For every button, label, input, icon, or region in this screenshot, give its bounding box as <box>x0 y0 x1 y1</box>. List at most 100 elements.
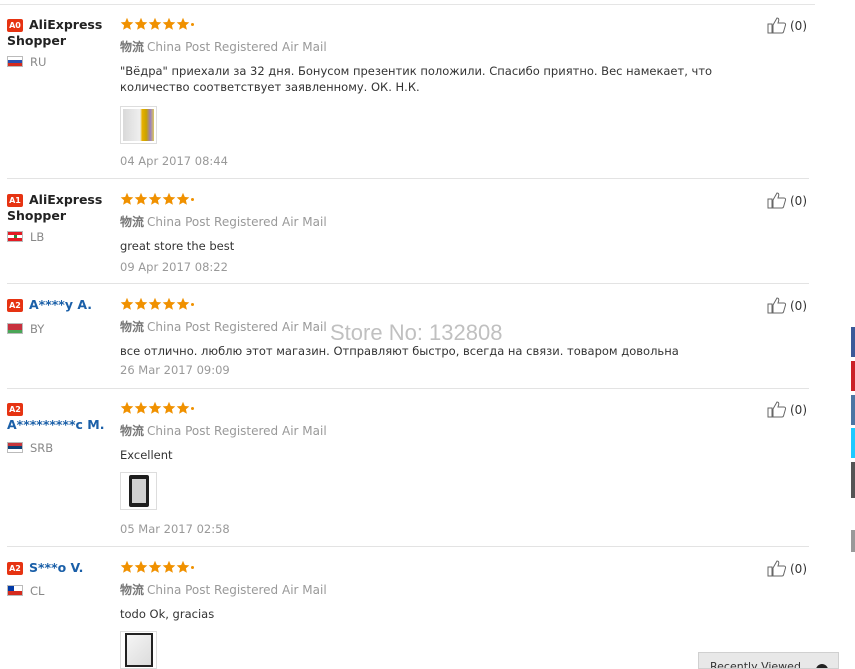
star-icon <box>134 401 148 414</box>
thumbs-up-icon <box>767 192 787 209</box>
thumbs-up-icon <box>767 17 787 34</box>
feedback-photo-thumbnail[interactable] <box>120 472 157 510</box>
helpful-count: (0) <box>790 18 807 33</box>
feedback-item: A2 S***o V. CL 物流 China Post Registered Ai… <box>7 560 809 669</box>
chevron-up-icon[interactable] <box>816 664 828 668</box>
star-icon <box>148 192 162 205</box>
star-icon <box>148 560 162 573</box>
star-icon <box>120 297 134 310</box>
buyer-country: CL <box>7 584 119 598</box>
star-rating <box>120 297 760 311</box>
star-rating <box>120 560 760 574</box>
feedback-photo-thumbnail[interactable] <box>120 631 157 669</box>
star-icon <box>176 17 190 30</box>
star-icon <box>120 192 134 205</box>
star-icon <box>120 560 134 573</box>
helpful-button[interactable]: (0) <box>767 560 807 577</box>
feedback-item: A1 AliExpress Shopper LB 物流 China Post Reg… <box>7 192 809 284</box>
share-strip-pinterest[interactable] <box>851 361 855 391</box>
thumbs-up-icon <box>767 560 787 577</box>
flag-ru-icon <box>7 56 23 67</box>
buyer-country: RU <box>7 55 119 69</box>
share-strip-vk[interactable] <box>851 395 855 425</box>
star-icon <box>162 401 176 414</box>
helpful-button[interactable]: (0) <box>767 192 807 209</box>
feedback-date: 09 Apr 2017 08:22 <box>120 260 228 274</box>
logistics-info: 物流 China Post Registered Air Mail <box>120 424 327 438</box>
star-icon <box>176 297 190 310</box>
star-rating <box>120 192 760 206</box>
star-icon <box>134 297 148 310</box>
feedback-body: 物流 China Post Registered Air Mail "Вёдра"… <box>120 17 760 168</box>
star-rating <box>120 17 760 31</box>
buyer-level-badge: A2 <box>7 403 23 416</box>
star-icon <box>148 17 162 30</box>
feedback-photo-thumbnail[interactable] <box>120 106 157 144</box>
star-icon <box>162 192 176 205</box>
feedback-date: 26 Mar 2017 09:09 <box>120 363 230 377</box>
buyer-level-badge: A1 <box>7 194 23 207</box>
star-rating <box>120 401 760 415</box>
thumbs-up-icon <box>767 297 787 314</box>
feedback-comment: "Вёдра" приехали за 32 дня. Бонусом през… <box>120 64 713 94</box>
feedback-item: A0 AliExpress Shopper RU 物流 China Post Reg… <box>7 17 809 179</box>
feedback-body: 物流 China Post Registered Air Mail todo Ok… <box>120 560 760 669</box>
buyer-name[interactable]: A*********c M. <box>7 417 104 432</box>
rating-dot-icon <box>191 406 194 410</box>
feedback-comment: Excellent <box>120 448 173 462</box>
rating-dot-icon <box>191 197 194 201</box>
helpful-count: (0) <box>790 298 807 313</box>
helpful-button[interactable]: (0) <box>767 297 807 314</box>
star-icon <box>120 17 134 30</box>
star-icon <box>148 297 162 310</box>
share-strip-more[interactable] <box>851 462 855 498</box>
feedback-body: 物流 China Post Registered Air Mail Excelle… <box>120 401 760 536</box>
rating-dot-icon <box>191 565 194 569</box>
flag-by-icon <box>7 323 23 334</box>
buyer-country: LB <box>7 230 119 244</box>
buyer-country: SRB <box>7 441 119 455</box>
feedback-body: 物流 China Post Registered Air Mail great s… <box>120 192 760 274</box>
scroll-strip[interactable] <box>851 530 855 552</box>
helpful-count: (0) <box>790 193 807 208</box>
star-icon <box>176 401 190 414</box>
star-icon <box>162 297 176 310</box>
helpful-count: (0) <box>790 561 807 576</box>
feedback-comment: todo Ok, gracias <box>120 607 215 621</box>
star-icon <box>162 560 176 573</box>
star-icon <box>134 192 148 205</box>
share-strip-facebook[interactable] <box>851 327 855 357</box>
feedback-date: 04 Apr 2017 08:44 <box>120 154 228 168</box>
feedback-item: A2 A*********c M. SRB 物流 China Post Regis… <box>7 401 809 547</box>
flag-cl-icon <box>7 585 23 596</box>
buyer-info: A2 A****y A. BY <box>7 297 119 336</box>
buyer-country: BY <box>7 322 119 336</box>
recently-viewed-panel[interactable]: Recently Viewed <box>698 652 839 669</box>
logistics-info: 物流 China Post Registered Air Mail <box>120 215 327 229</box>
logistics-info: 物流 China Post Registered Air Mail <box>120 40 327 54</box>
buyer-info: A2 S***o V. CL <box>7 560 119 598</box>
buyer-name[interactable]: S***o V. <box>29 560 83 575</box>
star-icon <box>148 401 162 414</box>
star-icon <box>176 560 190 573</box>
star-icon <box>176 192 190 205</box>
buyer-level-badge: A0 <box>7 19 23 32</box>
buyer-info: A0 AliExpress Shopper RU <box>7 17 119 69</box>
helpful-button[interactable]: (0) <box>767 17 807 34</box>
star-icon <box>134 17 148 30</box>
buyer-info: A1 AliExpress Shopper LB <box>7 192 119 244</box>
rating-dot-icon <box>191 302 194 306</box>
buyer-level-badge: A2 <box>7 299 23 312</box>
flag-srb-icon <box>7 442 23 453</box>
thumbs-up-icon <box>767 401 787 418</box>
star-icon <box>134 560 148 573</box>
star-icon <box>120 401 134 414</box>
logistics-info: 物流 China Post Registered Air Mail <box>120 583 327 597</box>
helpful-button[interactable]: (0) <box>767 401 807 418</box>
feedback-comment: great store the best <box>120 239 235 253</box>
buyer-name[interactable]: A****y A. <box>29 297 92 312</box>
share-strip-twitter[interactable] <box>851 428 855 458</box>
rating-dot-icon <box>191 22 194 26</box>
feedback-date: 05 Mar 2017 02:58 <box>120 522 230 536</box>
buyer-info: A2 A*********c M. SRB <box>7 401 119 455</box>
